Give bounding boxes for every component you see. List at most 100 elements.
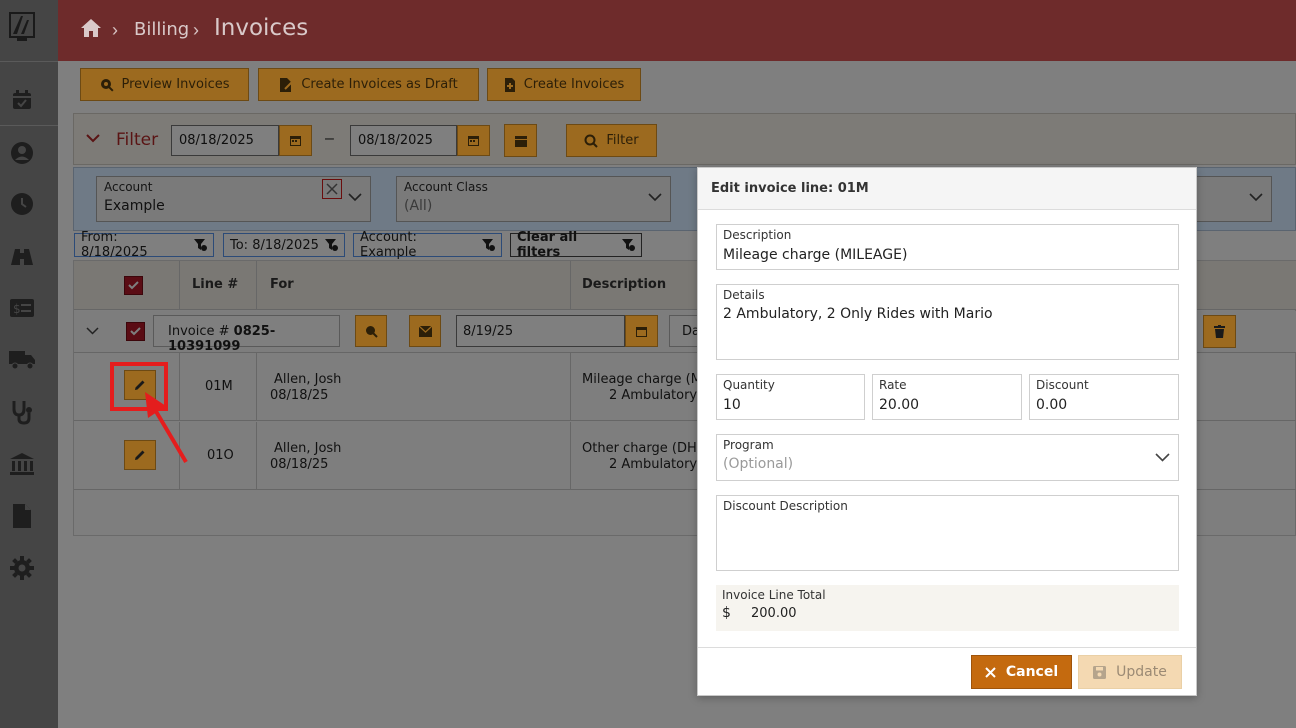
to-chip-label: To: 8/18/2025 — [230, 237, 319, 253]
from-date-input[interactable]: 08/18/2025 — [171, 125, 279, 156]
details-label: Details — [723, 288, 765, 302]
to-date-calendar-button[interactable] — [457, 125, 490, 156]
invoice-date-input[interactable]: 8/19/25 — [456, 315, 625, 347]
chevron-down-icon[interactable] — [348, 193, 362, 202]
discount-description-textarea[interactable]: Discount Description — [716, 495, 1179, 571]
chevron-down-icon[interactable] — [648, 193, 662, 202]
binoculars-icon[interactable] — [8, 242, 36, 270]
rate-value: 20.00 — [879, 397, 920, 413]
money-list-icon[interactable]: $ — [8, 294, 36, 322]
invoice-number-field: Invoice # 0825-10391099 — [153, 315, 340, 354]
header-line-number[interactable]: Line # — [192, 277, 238, 292]
breadcrumb-billing[interactable]: Billing — [134, 19, 189, 40]
line-date: 08/18/25 — [270, 457, 329, 472]
account-select[interactable]: Account Example — [96, 176, 371, 222]
bank-icon[interactable] — [8, 450, 36, 478]
rate-label: Rate — [879, 378, 907, 392]
home-icon[interactable] — [80, 18, 102, 40]
file-plus-icon — [504, 77, 516, 93]
filter-label[interactable]: Filter — [116, 130, 158, 150]
select-all-checkbox[interactable] — [124, 276, 143, 295]
clear-filters-label: Clear all filters — [517, 230, 578, 260]
invoice-checkbox[interactable] — [126, 322, 145, 341]
account-class-select[interactable]: Account Class (All) — [396, 176, 671, 222]
stethoscope-icon[interactable] — [8, 398, 36, 426]
details-value: 2 Ambulatory, 2 Only Rides with Mario — [723, 306, 993, 322]
edit-invoice-line-dialog: Edit invoice line: 01M Description Milea… — [697, 167, 1197, 696]
filter-remove-icon[interactable] — [482, 239, 495, 251]
chevron-down-icon[interactable] — [1249, 193, 1263, 202]
truck-icon[interactable] — [8, 345, 36, 373]
filter-remove-icon[interactable] — [194, 239, 207, 251]
clear-all-filters-chip[interactable]: Clear all filters — [510, 230, 642, 260]
header-description[interactable]: Description — [582, 277, 666, 292]
description-field[interactable]: Description Mileage charge (MILEAGE) — [716, 224, 1179, 270]
from-date-calendar-button[interactable] — [279, 125, 312, 156]
search-doc-icon — [365, 325, 378, 338]
description-label: Description — [723, 228, 792, 242]
filter-button[interactable]: Filter — [566, 124, 657, 157]
date-presets-button[interactable] — [504, 124, 537, 157]
app-logo-icon[interactable] — [9, 12, 35, 42]
create-invoices-button[interactable]: Create Invoices — [487, 68, 641, 101]
calendar-check-icon[interactable] — [8, 86, 36, 114]
dialog-header: Edit invoice line: 01M — [698, 168, 1196, 210]
quantity-value: 10 — [723, 397, 741, 413]
quantity-field[interactable]: Quantity 10 — [716, 374, 865, 420]
update-button[interactable]: Update — [1078, 655, 1182, 689]
account-chip-label: Account: Example — [360, 230, 417, 260]
invoice-date-calendar-button[interactable] — [625, 315, 658, 347]
preview-invoices-button[interactable]: Preview Invoices — [80, 68, 249, 101]
from-date-chip[interactable]: From: 8/18/2025 — [74, 230, 214, 260]
total-value: 200.00 — [751, 606, 797, 621]
line-number: 01O — [207, 448, 234, 463]
create-invoices-draft-label: Create Invoices as Draft — [301, 77, 458, 92]
account-chip[interactable]: Account: Example — [353, 230, 502, 260]
line-number: 01M — [205, 379, 233, 394]
rate-field[interactable]: Rate 20.00 — [872, 374, 1022, 420]
top-header: › Billing › Invoices — [58, 0, 1296, 61]
svg-text:$: $ — [13, 302, 21, 316]
program-placeholder: (Optional) — [723, 456, 794, 472]
discount-field[interactable]: Discount 0.00 — [1029, 374, 1179, 420]
invoice-due-field[interactable]: Da — [669, 315, 699, 347]
gear-icon[interactable] — [8, 554, 36, 582]
pointer-arrow-icon — [140, 392, 192, 464]
update-label: Update — [1116, 664, 1167, 680]
delete-invoice-button[interactable] — [1203, 315, 1236, 348]
cancel-button[interactable]: Cancel — [971, 655, 1072, 689]
details-textarea[interactable]: Details 2 Ambulatory, 2 Only Rides with … — [716, 284, 1179, 360]
page-title: Invoices — [214, 15, 309, 41]
filter-remove-icon[interactable] — [324, 239, 338, 251]
line-description: Other charge (DH — [582, 441, 697, 456]
to-date-input[interactable]: 08/18/2025 — [350, 125, 457, 156]
quantity-label: Quantity — [723, 378, 775, 392]
create-invoices-label: Create Invoices — [523, 77, 625, 92]
dialog-footer: Cancel Update — [698, 647, 1196, 695]
clock-icon[interactable] — [8, 190, 36, 218]
preview-invoice-button[interactable] — [355, 315, 387, 347]
to-date-chip[interactable]: To: 8/18/2025 — [223, 233, 345, 257]
email-invoice-button[interactable] — [409, 315, 441, 347]
account-label: Account — [104, 180, 153, 194]
create-invoices-draft-button[interactable]: Create Invoices as Draft — [258, 68, 479, 101]
breadcrumb-separator: › — [193, 20, 199, 40]
clear-account-icon[interactable] — [322, 179, 342, 199]
calendar-icon — [635, 325, 648, 338]
chevron-down-icon[interactable] — [86, 134, 100, 143]
file-icon[interactable] — [8, 502, 36, 530]
header-for[interactable]: For — [270, 277, 294, 292]
program-select[interactable]: Program (Optional) — [716, 434, 1179, 481]
search-doc-icon — [100, 78, 114, 92]
account-class-value: (All) — [404, 198, 433, 214]
from-chip-label: From: 8/18/2025 — [81, 230, 148, 260]
invoice-line-total: Invoice Line Total $ 200.00 — [716, 585, 1179, 631]
user-icon[interactable] — [8, 139, 36, 167]
chevron-down-icon[interactable] — [86, 327, 99, 335]
filter-remove-icon[interactable] — [622, 239, 635, 251]
close-icon — [985, 666, 996, 678]
chevron-down-icon[interactable] — [1155, 453, 1170, 462]
more-filter-select[interactable] — [1196, 176, 1272, 222]
calendar-icon — [514, 134, 528, 148]
invoice-prefix: Invoice # — [168, 324, 230, 339]
